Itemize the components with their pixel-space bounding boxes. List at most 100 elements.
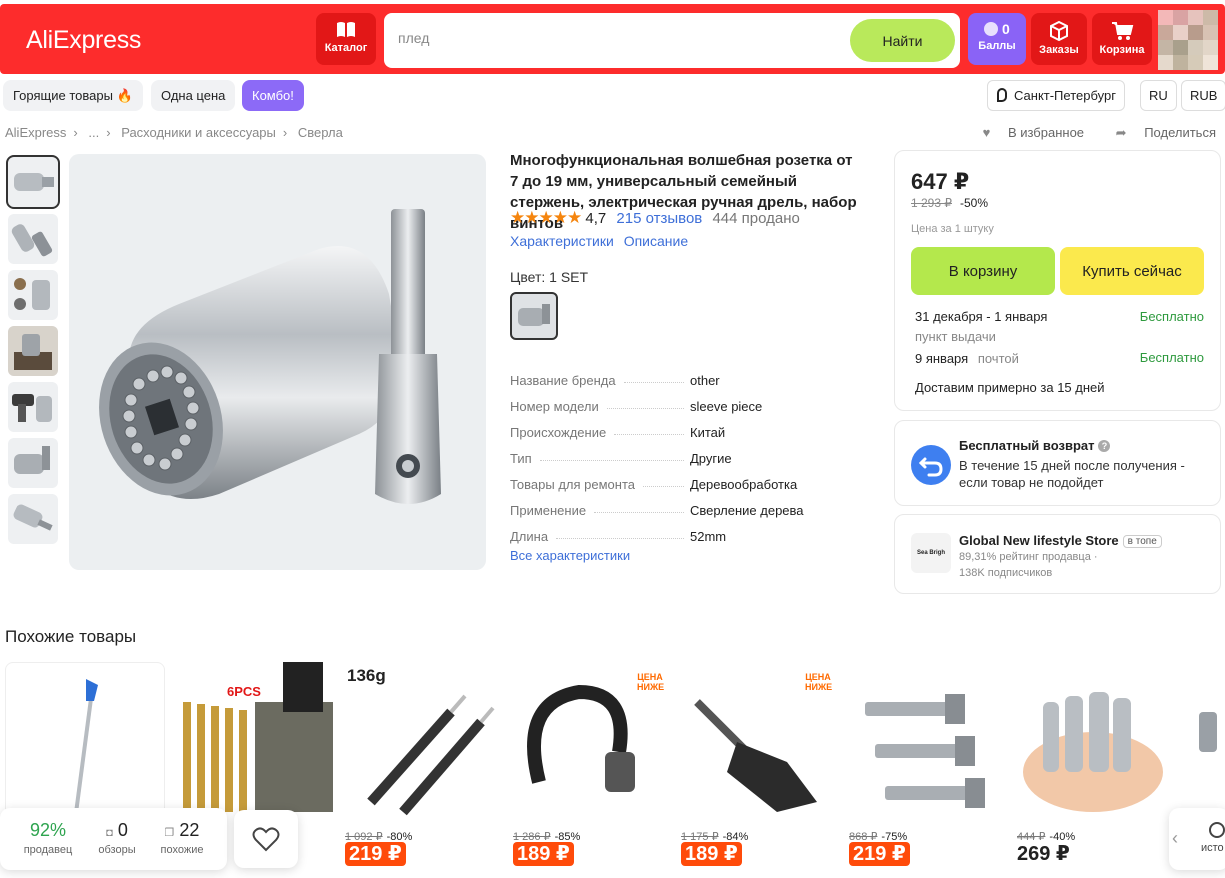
similar-card-1[interactable]	[5, 662, 165, 822]
similar-count[interactable]: ❐ 22 похожие	[154, 820, 210, 856]
floating-stats-bar: 92% продавец ◘ 0 обзоры ❐ 22 похожие	[0, 808, 227, 870]
search-input[interactable]	[398, 30, 838, 46]
spec-row: Товары для ремонта Деревообработка	[510, 471, 870, 497]
socket-adapters-image	[865, 694, 985, 808]
card-overlay-label: 6PCS	[227, 684, 261, 699]
store-logo: Sea Brigh	[911, 533, 951, 573]
similar-card-8[interactable]	[1181, 662, 1225, 822]
points-row: 0	[968, 21, 1026, 37]
product-actions: ♥ В избранное ➦ Поделиться	[955, 125, 1216, 141]
aliexpress-logo[interactable]: AliExpress	[26, 26, 141, 55]
share-link[interactable]: ➦ Поделиться	[1102, 125, 1216, 140]
spec-key: Длина	[510, 528, 549, 544]
history-button[interactable]: ‹ исто	[1169, 808, 1225, 870]
socket-thumb-image	[14, 173, 54, 191]
card-price: 269 ₽	[1017, 843, 1070, 865]
buy-now-button[interactable]: Купить сейчас	[1060, 247, 1204, 295]
copy-icon: ❐	[164, 827, 175, 839]
discount-percent: -50%	[960, 196, 989, 210]
drill-thumb-image	[12, 394, 52, 422]
location-selector[interactable]: Санкт-Петербург	[987, 80, 1125, 111]
history-icon	[1209, 822, 1225, 838]
spec-value: Сверление дерева	[690, 502, 804, 518]
favorite-label: В избранное	[1007, 125, 1085, 140]
history-label: исто	[1201, 842, 1224, 854]
hole-saw-set-image	[1023, 692, 1163, 812]
breadcrumb-home[interactable]: AliExpress	[5, 125, 66, 140]
spec-key: Товары для ремонта	[510, 476, 635, 492]
store-box[interactable]: Sea Brigh Global New lifestyle Store в то…	[894, 514, 1221, 594]
user-avatar[interactable]	[1158, 10, 1218, 70]
similar-card-2[interactable]: 6PCS	[173, 662, 333, 822]
cart-icon	[1112, 22, 1134, 40]
thumbnail-7[interactable]	[8, 494, 58, 544]
breadcrumb-ellipsis[interactable]: ...	[88, 125, 99, 140]
delivery-method-pickup: пункт выдачи	[915, 329, 996, 344]
orders-button[interactable]: Заказы	[1031, 13, 1087, 65]
spec-key: Происхождение	[510, 424, 607, 440]
reviews-link[interactable]: 215 отзывов	[616, 210, 702, 227]
spec-value: sleeve piece	[690, 398, 763, 414]
similar-card-3[interactable]: 136g	[341, 662, 501, 822]
rating-stars-icon: ★★★★★	[510, 208, 582, 227]
center-punch-image	[367, 694, 495, 816]
store-name-row: Global New lifestyle Store в топе	[959, 533, 1162, 548]
delivery-eta: Доставим примерно за 15 дней	[915, 380, 1105, 395]
specs-link[interactable]: Характеристики	[510, 233, 614, 249]
thumbnail-2[interactable]	[8, 214, 58, 264]
find-button[interactable]: Найти	[850, 19, 955, 62]
socket-thumb-image	[14, 446, 50, 474]
breadcrumb-category[interactable]: Расходники и аксессуары	[121, 125, 276, 140]
socket-thumb-image	[13, 504, 53, 531]
delivery-date-post: 9 января	[915, 351, 969, 366]
wishlist-button[interactable]	[234, 810, 298, 868]
return-title-row: Бесплатный возврат?	[959, 438, 1111, 453]
location-pin-icon	[997, 88, 1007, 102]
points-button[interactable]: 0 Баллы	[968, 13, 1026, 65]
add-to-cart-button[interactable]: В корзину	[911, 247, 1055, 295]
cart-button[interactable]: Корзина	[1092, 13, 1152, 65]
spec-list: Название бренда other Номер модели sleeve …	[510, 367, 870, 549]
reviews-count[interactable]: ◘ 0 обзоры	[92, 820, 142, 856]
info-icon[interactable]: ?	[1098, 440, 1111, 452]
similar-card-4[interactable]: ЦЕНА НИЖЕ	[509, 662, 669, 822]
tag-combo[interactable]: Комбо!	[242, 80, 304, 111]
seller-score[interactable]: 92% продавец	[20, 820, 76, 856]
top-store-badge: в топе	[1122, 535, 1162, 548]
all-specs-link[interactable]: Все характеристики	[510, 548, 630, 563]
thumbnail-3[interactable]	[8, 270, 58, 320]
catalog-button[interactable]: Каталог	[316, 13, 376, 65]
spec-key: Номер модели	[510, 398, 599, 414]
thumbnail-5[interactable]	[8, 382, 58, 432]
breadcrumb-subcategory[interactable]: Сверла	[298, 125, 343, 140]
cart-label: Корзина	[1099, 44, 1145, 56]
currency-selector[interactable]: RUB	[1181, 80, 1225, 111]
store-name[interactable]: Global New lifestyle Store	[959, 533, 1119, 548]
spec-row: Тип Другие	[510, 445, 870, 471]
tag-hot-deals[interactable]: Горящие товары 🔥	[3, 80, 143, 111]
color-option-1set[interactable]	[510, 292, 558, 340]
usage-thumb-image	[8, 326, 58, 376]
description-link[interactable]: Описание	[624, 233, 688, 249]
store-meta: 89,31% рейтинг продавца · 138K подписчик…	[959, 551, 1098, 579]
delivery-date-pickup: 31 декабря - 1 января	[915, 309, 1048, 324]
main-product-image[interactable]	[69, 154, 486, 570]
buy-box: 647 ₽ 1 293 ₽ -50% Цена за 1 штуку В корз…	[894, 150, 1221, 411]
search-box: Найти	[384, 13, 960, 68]
similar-card-6[interactable]	[845, 662, 1005, 822]
thumbnail-1[interactable]	[6, 155, 60, 209]
free-return-box[interactable]: Бесплатный возврат? В течение 15 дней по…	[894, 420, 1221, 506]
spec-value: Деревообработка	[690, 476, 798, 492]
similar-card-7[interactable]	[1013, 662, 1173, 822]
language-selector[interactable]: RU	[1140, 80, 1177, 111]
color-swatch-image	[518, 304, 550, 326]
thumbnail-4[interactable]	[8, 326, 58, 376]
spec-row: Происхождение Китай	[510, 419, 870, 445]
tag-one-price[interactable]: Одна цена	[151, 80, 236, 111]
reviews-count-row: ◘ 0	[92, 820, 142, 841]
favorite-link[interactable]: ♥ В избранное	[969, 125, 1084, 140]
glass-drill-image	[74, 679, 98, 814]
similar-card-5[interactable]: ЦЕНА НИЖЕ	[677, 662, 837, 822]
thumbnail-6[interactable]	[8, 438, 58, 488]
spec-key: Тип	[510, 450, 532, 466]
